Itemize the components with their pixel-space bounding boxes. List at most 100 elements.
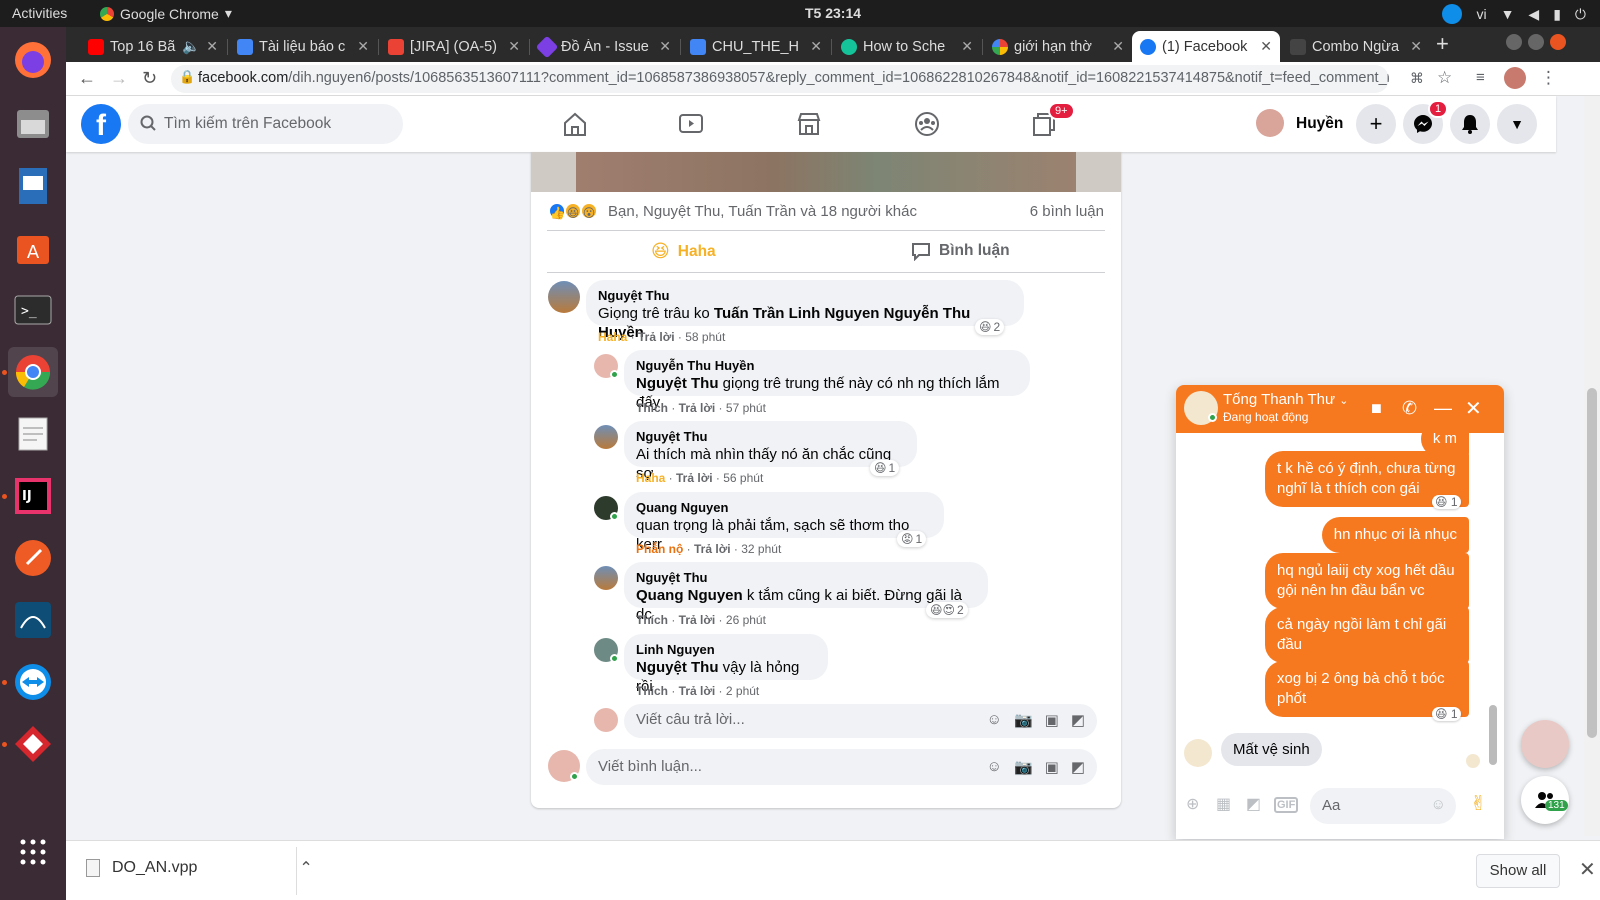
comment-time[interactable]: 32 phút xyxy=(741,542,781,556)
menu-dots-icon[interactable]: ⋮ xyxy=(1540,68,1557,88)
media-control-icon[interactable]: ≡ xyxy=(1476,69,1485,86)
chat-scrollbar[interactable] xyxy=(1489,435,1499,775)
profile-avatar[interactable] xyxy=(1256,109,1284,137)
page-scrollbar[interactable] xyxy=(1584,96,1600,836)
reply-input[interactable]: Viết câu trả lời... ☺ 📷 ▣ ◩ xyxy=(624,704,1097,738)
message-reaction[interactable]: 😆 1 xyxy=(1432,495,1461,509)
reply-link[interactable]: Trả lời xyxy=(638,330,675,344)
outgoing-message[interactable]: cả ngày ngồi làm t chỉ gãi đầu xyxy=(1265,607,1469,663)
sticker-icon[interactable]: ◩ xyxy=(1071,758,1085,776)
facebook-search-input[interactable]: Tìm kiếm trên Facebook xyxy=(128,104,403,144)
avatar[interactable] xyxy=(548,281,580,313)
close-tab-icon[interactable]: ✕ xyxy=(1112,38,1124,55)
outgoing-message[interactable]: hq ngủ laiij cty xog hết dầu gội nên hn … xyxy=(1265,553,1469,609)
gif-icon[interactable]: GIF xyxy=(1274,797,1299,813)
minimize-chat-icon[interactable]: — xyxy=(1434,398,1452,419)
home-icon[interactable] xyxy=(561,110,591,138)
profile-name[interactable]: Huyền xyxy=(1296,115,1343,133)
close-tab-icon[interactable]: ✕ xyxy=(508,38,520,55)
close-tab-icon[interactable]: ✕ xyxy=(1410,38,1422,55)
bookmark-star-icon[interactable]: ☆ xyxy=(1437,68,1452,88)
power-icon[interactable]: ⏻ xyxy=(1575,6,1586,23)
show-applications-icon[interactable] xyxy=(8,827,58,877)
translate-icon[interactable]: ⌘ xyxy=(1410,70,1424,87)
comment-time[interactable]: 26 phút xyxy=(726,613,766,627)
phone-icon[interactable]: ✆ xyxy=(1402,398,1417,419)
tab-gioi-han[interactable]: giới hạn thờ ✕ xyxy=(984,31,1132,62)
emoji-icon[interactable]: ☺ xyxy=(1431,796,1446,813)
comment-input[interactable]: Viết bình luận... ☺ 📷 ▣ ◩ xyxy=(586,749,1097,785)
comment-author[interactable]: Linh Nguyen xyxy=(636,641,816,658)
marketplace-icon[interactable] xyxy=(795,110,825,138)
chrome-dock-icon[interactable] xyxy=(8,347,58,397)
chevron-up-icon[interactable]: ⌃ xyxy=(299,858,312,878)
reply-link[interactable]: Trả lời xyxy=(694,542,731,556)
intellij-icon[interactable]: IJ xyxy=(8,471,58,521)
tagged-user[interactable]: Quang Nguyen xyxy=(636,587,743,604)
wifi-icon[interactable]: ▼ xyxy=(1501,6,1515,22)
lock-icon[interactable]: 🔒 xyxy=(179,69,195,85)
tab-facebook[interactable]: (1) Facebook ✕ xyxy=(1132,31,1280,62)
avatar[interactable] xyxy=(594,566,618,590)
reply-link[interactable]: Trả lời xyxy=(679,401,716,415)
reaction-link[interactable]: Haha xyxy=(598,330,627,344)
emoji-icon[interactable]: ☺ xyxy=(987,711,1002,729)
scrollbar-thumb[interactable] xyxy=(1587,388,1597,738)
wave-icon[interactable]: ✌ xyxy=(1470,791,1487,816)
camera-icon[interactable]: 📷 xyxy=(1014,711,1033,729)
sticker-icon[interactable]: ◩ xyxy=(1071,711,1085,729)
profile-avatar[interactable] xyxy=(1504,67,1526,89)
comment-reaction-count[interactable]: 😆 2 xyxy=(975,319,1005,335)
clock[interactable]: T5 23:14 xyxy=(805,5,861,21)
input-language[interactable]: vi xyxy=(1476,6,1486,22)
reply-link[interactable]: Trả lời xyxy=(679,613,716,627)
facebook-logo[interactable]: f xyxy=(81,104,121,144)
mysql-workbench-icon[interactable] xyxy=(8,595,58,645)
comment-reaction-count[interactable]: 😆 1 xyxy=(870,460,900,476)
account-menu-button[interactable]: ▼ xyxy=(1497,104,1537,144)
close-window-icon[interactable] xyxy=(1550,34,1566,50)
comment-author[interactable]: Nguyệt Thu xyxy=(636,569,976,586)
like-link[interactable]: Thích xyxy=(636,684,668,698)
volume-icon[interactable]: ◀ xyxy=(1528,6,1539,23)
incoming-message[interactable]: Mất vệ sinh xyxy=(1221,733,1322,766)
plus-circle-icon[interactable]: ⊕ xyxy=(1186,794,1199,814)
camera-icon[interactable]: 📷 xyxy=(1014,758,1033,776)
groups-icon[interactable] xyxy=(913,110,943,138)
avatar[interactable] xyxy=(594,425,618,449)
comment-button[interactable]: Bình luận xyxy=(911,241,1010,261)
chat-header[interactable]: Tống Thanh Thư ⌄ Đang hoạt động ■ ✆ — ✕ xyxy=(1176,385,1504,433)
like-link[interactable]: Thích xyxy=(636,401,668,415)
haha-button[interactable]: 😆 Haha xyxy=(651,241,716,262)
reaction-link[interactable]: Phẫn nộ xyxy=(636,542,683,556)
postman-icon[interactable] xyxy=(8,533,58,583)
tab-chu-the[interactable]: CHU_THE_H ✕ xyxy=(682,31,830,62)
contacts-button[interactable]: 131 xyxy=(1521,776,1569,824)
app-menu[interactable]: Google Chrome ▾ xyxy=(100,5,232,22)
tab-tai-lieu[interactable]: Tài liệu báo c ✕ xyxy=(229,31,377,62)
url-bar[interactable]: 🔒 facebook.com/dih.nguyen6/posts/1068563… xyxy=(171,65,1389,93)
sticker-icon[interactable]: ◩ xyxy=(1246,794,1261,814)
watch-icon[interactable] xyxy=(677,110,707,138)
chat-message-input[interactable]: Aa ☺ xyxy=(1310,788,1456,824)
document-viewer-icon[interactable] xyxy=(8,161,58,211)
chat-head-avatar[interactable] xyxy=(1521,720,1569,768)
emoji-icon[interactable]: ☺ xyxy=(987,758,1002,776)
close-download-bar-icon[interactable]: ✕ xyxy=(1579,857,1596,882)
activities-button[interactable]: Activities xyxy=(12,5,67,21)
like-link[interactable]: Thích xyxy=(636,613,668,627)
system-tray[interactable]: vi ▼ ◀ ▮ ⏻ xyxy=(1442,4,1586,24)
software-center-icon[interactable]: A xyxy=(8,223,58,273)
comment-author[interactable]: Quang Nguyen xyxy=(636,499,932,516)
gif-icon[interactable]: ▣ xyxy=(1045,711,1059,729)
comment-reaction-count[interactable]: 😡 1 xyxy=(897,531,927,547)
message-reaction[interactable]: 😆 1 xyxy=(1432,707,1461,721)
text-editor-icon[interactable] xyxy=(8,409,58,459)
close-tab-icon[interactable]: ✕ xyxy=(961,38,973,55)
comment-count[interactable]: 6 bình luận xyxy=(1030,203,1104,220)
teamviewer-icon[interactable] xyxy=(8,657,58,707)
close-tab-icon[interactable]: ✕ xyxy=(810,38,822,55)
close-chat-icon[interactable]: ✕ xyxy=(1465,396,1482,421)
comment-time[interactable]: 57 phút xyxy=(726,401,766,415)
tagged-user[interactable]: Nguyệt Thu xyxy=(636,659,719,676)
